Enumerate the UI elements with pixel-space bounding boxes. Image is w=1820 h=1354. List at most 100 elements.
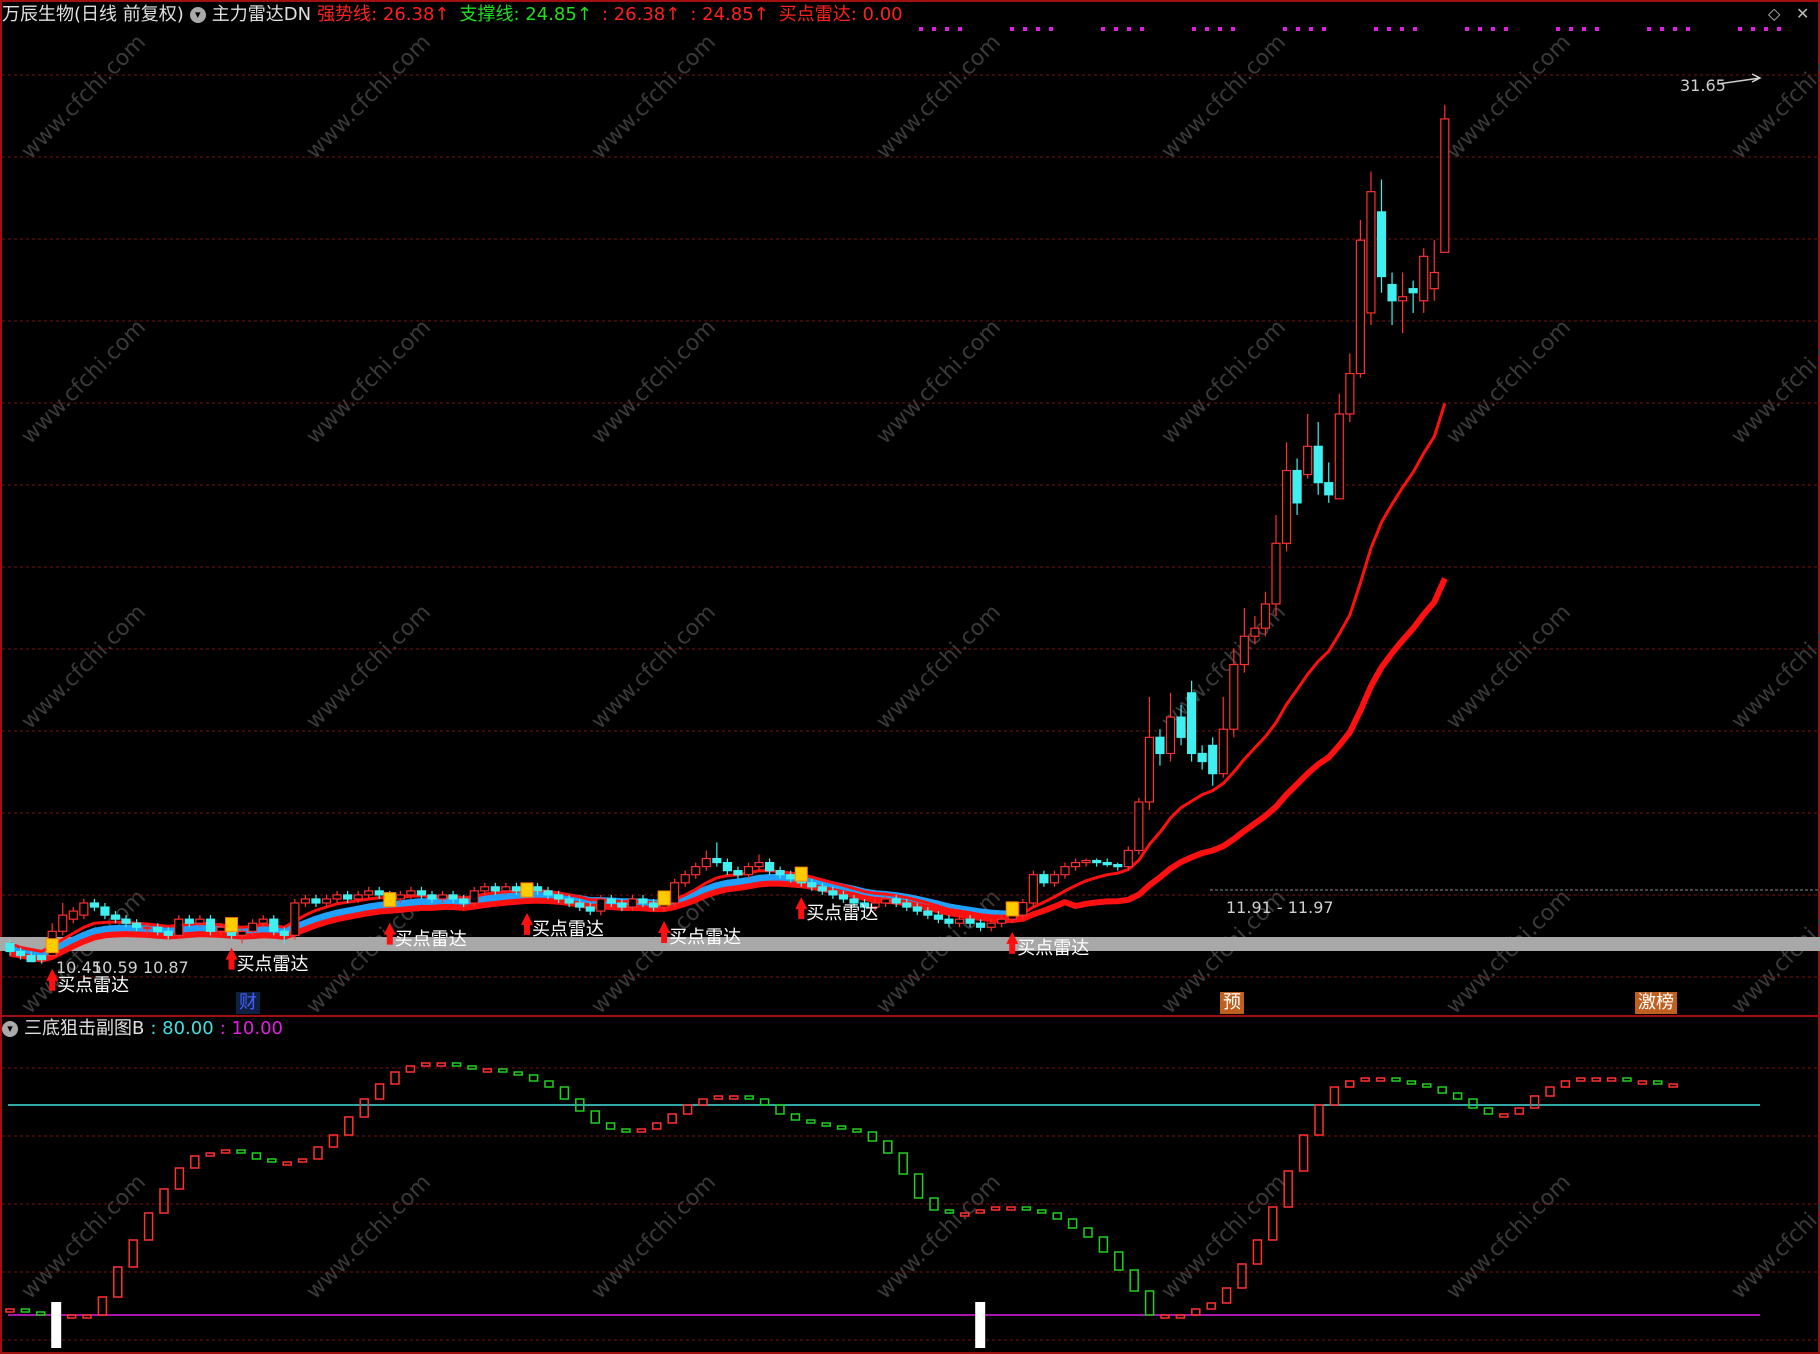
- signal-dot: [1309, 27, 1313, 31]
- signal-dot: [1465, 27, 1469, 31]
- signal-dot: [1218, 27, 1222, 31]
- candle-body: [121, 918, 131, 924]
- signal-label: 买点雷达: [236, 953, 309, 975]
- candle-body: [1334, 413, 1344, 500]
- candle-body: [912, 906, 922, 912]
- signal-dot: [1478, 27, 1482, 31]
- candle-body: [891, 898, 901, 904]
- candle-body: [1419, 255, 1429, 302]
- candle-body: [817, 886, 827, 892]
- signal-dot: [1556, 27, 1560, 31]
- candle-body: [722, 861, 733, 872]
- candle-body: [1303, 445, 1313, 476]
- sub-value-1: : 80.00: [150, 1018, 214, 1039]
- candle-body: [332, 894, 342, 900]
- candle-body: [511, 886, 522, 892]
- event-badge-1[interactable]: 预: [1220, 992, 1244, 1014]
- signal-dot: [1023, 27, 1027, 31]
- header-item-2: : 26.38↑: [601, 4, 681, 25]
- candle-body: [184, 918, 194, 924]
- stock-title[interactable]: 万辰生物(日线 前复权): [2, 2, 184, 28]
- signal-dot: [1010, 27, 1014, 31]
- candle-body: [279, 930, 289, 936]
- signal-label: 买点雷达: [806, 903, 879, 925]
- candle-body: [416, 890, 427, 896]
- candle-body: [300, 898, 310, 904]
- signal-dot: [945, 27, 949, 31]
- candle-body: [353, 894, 363, 900]
- signal-label: 买点雷达: [57, 974, 130, 996]
- signal-dot: [932, 27, 936, 31]
- candle-body: [532, 886, 543, 892]
- candle-body: [733, 870, 743, 876]
- candle-body: [290, 902, 300, 936]
- signal-dot: [958, 27, 962, 31]
- candle-body: [923, 910, 933, 916]
- candle-body: [1239, 635, 1249, 666]
- signal-dot: [1647, 27, 1651, 31]
- candle-body: [1186, 692, 1197, 755]
- bottom-marker: [975, 1302, 986, 1348]
- indicator-name[interactable]: 主力雷达DN: [212, 2, 311, 28]
- signal-dot: [1231, 27, 1235, 31]
- candle-body: [237, 930, 247, 936]
- candle-body: [321, 898, 332, 904]
- candle-body: [1271, 542, 1281, 605]
- candle-body: [712, 857, 722, 864]
- signal-dot: [1101, 27, 1105, 31]
- candle-body: [311, 898, 321, 904]
- dropdown-icon[interactable]: ▾: [189, 7, 206, 23]
- stock-chart[interactable]: www.cfchi.com www.cfchi.com www.cfchi.com w…: [0, 0, 1820, 1354]
- candle-body: [933, 914, 944, 920]
- sub-indicator-name[interactable]: 三底狙击副图B: [24, 1016, 144, 1042]
- candle-body: [1102, 861, 1112, 866]
- candle-body: [828, 890, 838, 896]
- candle-body: [427, 894, 437, 900]
- candle-body: [1218, 728, 1228, 775]
- candle-body: [807, 882, 817, 888]
- signal-block: [225, 917, 239, 933]
- signal-dot: [1777, 27, 1781, 31]
- candle-body: [1123, 849, 1133, 868]
- candle-body: [437, 894, 448, 900]
- signal-block: [520, 882, 534, 898]
- candle-body: [1134, 801, 1144, 852]
- signal-dot: [1192, 27, 1196, 31]
- candle-body: [975, 922, 986, 928]
- candle-body: [1260, 603, 1271, 629]
- signal-dot: [1673, 27, 1677, 31]
- signal-dot: [1660, 27, 1664, 31]
- candle-body: [954, 918, 965, 924]
- candle-body: [1250, 627, 1260, 637]
- candle-body: [269, 918, 279, 932]
- signal-dot: [1322, 27, 1326, 31]
- signal-dot: [1296, 27, 1300, 31]
- candle-body: [448, 894, 458, 900]
- candle-body: [553, 894, 564, 900]
- diamond-icon[interactable]: ◇: [1768, 4, 1780, 23]
- candle-body: [1397, 296, 1408, 302]
- candle-body: [1366, 191, 1376, 314]
- candle-body: [691, 866, 701, 876]
- signal-label: 买点雷达: [669, 927, 742, 948]
- candle-body: [670, 882, 680, 904]
- candle-body: [606, 898, 616, 904]
- candle-body: [37, 954, 47, 961]
- candle-body: [543, 890, 553, 896]
- candle-body: [480, 886, 490, 892]
- signal-dot: [1686, 27, 1690, 31]
- candle-body: [638, 898, 648, 904]
- sub-dropdown-icon[interactable]: ▾: [2, 1021, 18, 1037]
- signal-block: [383, 892, 397, 908]
- close-icon[interactable]: ✕: [1796, 4, 1809, 23]
- signal-dot: [1413, 27, 1417, 31]
- event-badge-0[interactable]: 财: [236, 992, 260, 1014]
- candle-body: [1281, 469, 1292, 544]
- candle-body: [775, 870, 785, 876]
- candle-body: [575, 902, 585, 908]
- signal-dot: [1582, 27, 1586, 31]
- candle-body: [364, 890, 374, 896]
- candle-body: [132, 922, 142, 928]
- signal-dot: [1127, 27, 1131, 31]
- event-badge-2[interactable]: 激榜: [1635, 992, 1677, 1014]
